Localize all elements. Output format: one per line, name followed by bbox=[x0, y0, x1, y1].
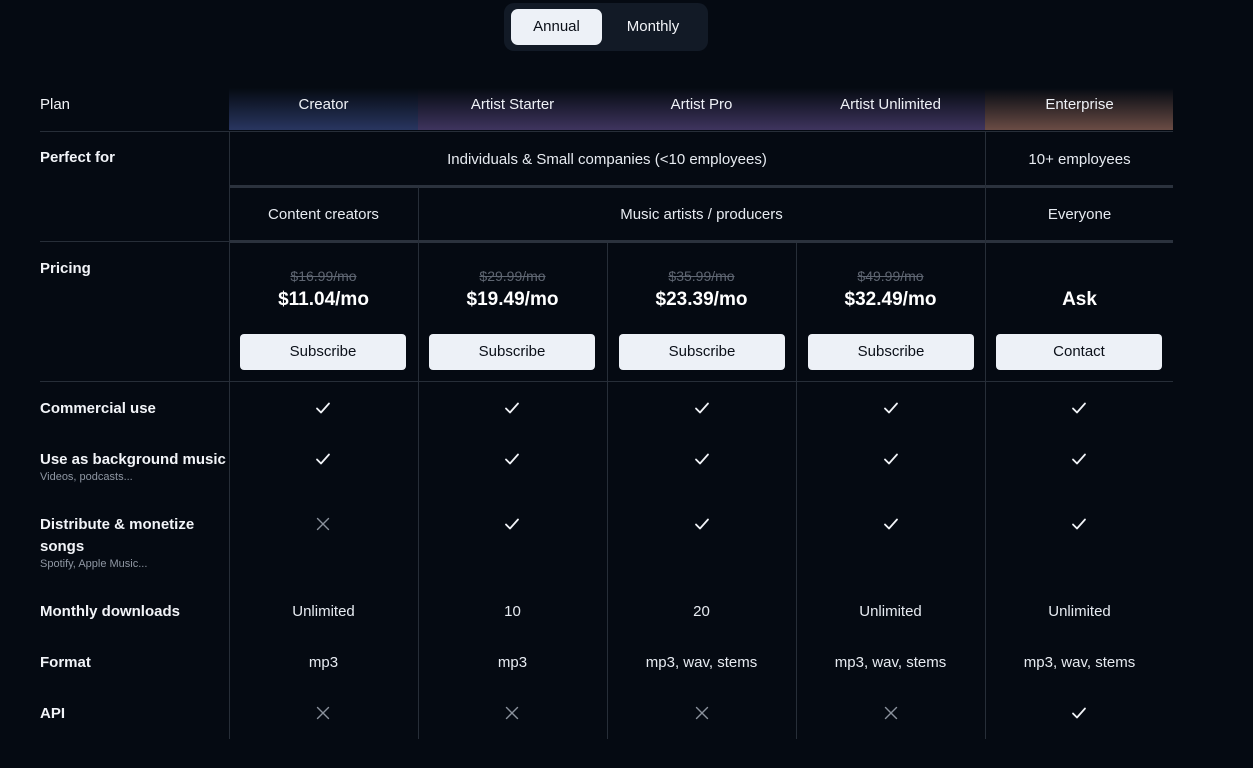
subscribe-button-artist-pro[interactable]: Subscribe bbox=[619, 334, 785, 370]
contact-button-enterprise[interactable]: Contact bbox=[996, 334, 1162, 370]
check-icon bbox=[1072, 518, 1086, 530]
old-price-artist-starter: $29.99/mo bbox=[479, 268, 546, 284]
plan-label: Plan bbox=[40, 96, 71, 113]
downloads-creator: Unlimited bbox=[292, 603, 355, 620]
cross-icon bbox=[884, 706, 898, 720]
artist-segment: Music artists / producers bbox=[620, 206, 783, 223]
check-icon bbox=[1072, 402, 1086, 414]
billing-toggle: Annual Monthly bbox=[504, 3, 708, 51]
downloads-artist-pro: 20 bbox=[693, 603, 710, 620]
perfect-for-label: Perfect for bbox=[40, 149, 116, 166]
api-label: API bbox=[40, 705, 66, 722]
old-price-creator: $16.99/mo bbox=[290, 268, 357, 284]
pricing-label: Pricing bbox=[40, 260, 91, 277]
audience-large: 10+ employees bbox=[1028, 151, 1131, 168]
distribute-sublabel: Spotify, Apple Music... bbox=[40, 558, 148, 570]
check-icon bbox=[695, 453, 709, 465]
enterprise-segment: Everyone bbox=[1047, 206, 1112, 223]
background-music-sublabel: Videos, podcasts... bbox=[40, 471, 133, 483]
commercial-use-label: Commercial use bbox=[40, 400, 156, 417]
distribute-label-line2: songs bbox=[40, 538, 85, 555]
downloads-artist-unlimited: Unlimited bbox=[859, 603, 922, 620]
cross-icon bbox=[316, 706, 330, 720]
plan-name-enterprise: Enterprise bbox=[1045, 96, 1114, 113]
monthly-downloads-label: Monthly downloads bbox=[40, 603, 180, 620]
annual-option[interactable]: Annual bbox=[511, 9, 602, 45]
check-icon bbox=[1072, 453, 1086, 465]
format-artist-starter: mp3 bbox=[497, 654, 528, 671]
divider bbox=[229, 185, 1173, 188]
downloads-enterprise: Unlimited bbox=[1048, 603, 1111, 620]
check-icon bbox=[505, 518, 519, 530]
old-price-artist-unlimited: $49.99/mo bbox=[857, 268, 924, 284]
downloads-artist-starter: 10 bbox=[504, 603, 521, 620]
cross-icon bbox=[505, 706, 519, 720]
old-price-artist-pro: $35.99/mo bbox=[668, 268, 735, 284]
price-artist-unlimited: $32.49/mo bbox=[844, 289, 937, 310]
price-creator: $11.04/mo bbox=[278, 289, 369, 310]
format-enterprise: mp3, wav, stems bbox=[1023, 654, 1136, 671]
check-icon bbox=[884, 402, 898, 414]
check-icon bbox=[316, 453, 330, 465]
distribute-label-line1: Distribute & monetize bbox=[40, 516, 195, 533]
divider bbox=[40, 131, 1173, 132]
subscribe-button-creator[interactable]: Subscribe bbox=[240, 334, 406, 370]
subscribe-button-artist-unlimited[interactable]: Subscribe bbox=[808, 334, 974, 370]
check-icon bbox=[695, 402, 709, 414]
subscribe-button-artist-starter[interactable]: Subscribe bbox=[429, 334, 595, 370]
check-icon bbox=[1072, 707, 1086, 719]
plan-name-artist-unlimited: Artist Unlimited bbox=[840, 96, 941, 113]
format-creator: mp3 bbox=[308, 654, 339, 671]
format-artist-pro: mp3, wav, stems bbox=[645, 654, 758, 671]
check-icon bbox=[505, 453, 519, 465]
price-artist-pro: $23.39/mo bbox=[655, 289, 748, 310]
check-icon bbox=[505, 402, 519, 414]
audience-small: Individuals & Small companies (<10 emplo… bbox=[447, 151, 767, 168]
cross-icon bbox=[695, 706, 709, 720]
creator-segment: Content creators bbox=[268, 206, 379, 223]
background-music-label: Use as background music bbox=[40, 451, 226, 468]
plan-name-artist-pro: Artist Pro bbox=[670, 96, 733, 113]
divider bbox=[229, 240, 1173, 243]
plan-name-artist-starter: Artist Starter bbox=[470, 96, 555, 113]
format-label: Format bbox=[40, 654, 91, 671]
plan-name-creator: Creator bbox=[298, 96, 349, 113]
check-icon bbox=[884, 453, 898, 465]
price-artist-starter: $19.49/mo bbox=[466, 289, 559, 310]
check-icon bbox=[695, 518, 709, 530]
check-icon bbox=[884, 518, 898, 530]
check-icon bbox=[316, 402, 330, 414]
format-artist-unlimited: mp3, wav, stems bbox=[834, 654, 947, 671]
cross-icon bbox=[316, 517, 330, 531]
monthly-option[interactable]: Monthly bbox=[604, 9, 702, 45]
price-enterprise: Ask bbox=[1062, 289, 1097, 310]
